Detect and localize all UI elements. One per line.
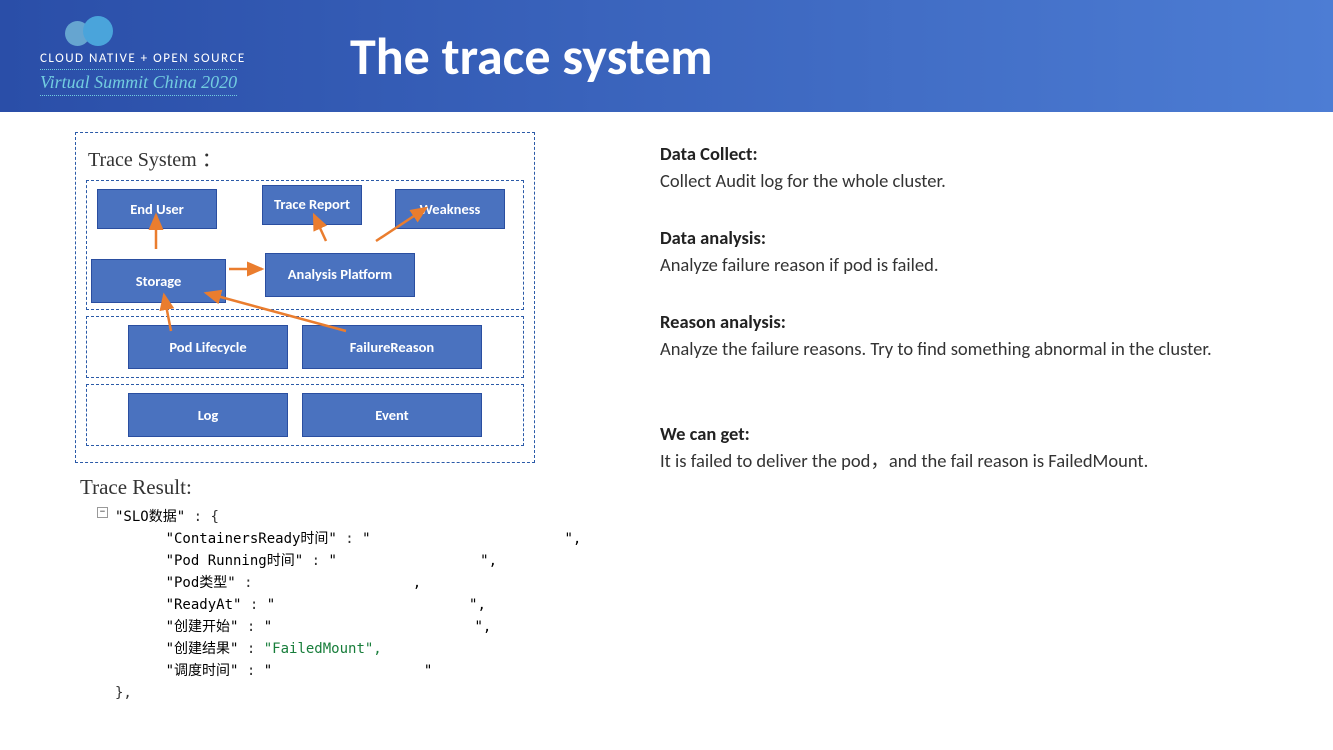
json-root-key: "SLO数据" [115, 509, 185, 525]
diagram-bot-section: Log Event [86, 384, 524, 446]
box-analysis-platform: Analysis Platform [265, 253, 415, 297]
trace-result-json: − "SLO数据" : { "ContainersReady时间" : " ",… [75, 506, 605, 704]
section-title: Reason analysis: [660, 310, 1303, 333]
explanation-section: Data analysis: Analyze failure reason if … [660, 226, 1303, 278]
slide-header: CLOUD NATIVE + OPEN SOURCE Virtual Summi… [0, 0, 1333, 112]
box-event: Event [302, 393, 482, 437]
explanation-section: Data Collect: Collect Audit log for the w… [660, 142, 1303, 194]
json-field: "Pod Running时间" : " ", [115, 550, 605, 572]
json-field: "调度时间" : " " [115, 660, 605, 682]
json-field: "Pod类型" : , [115, 572, 605, 594]
json-collapse-icon[interactable]: − [97, 507, 108, 518]
trace-result-title: Trace Result: [80, 475, 605, 500]
box-log: Log [128, 393, 288, 437]
logo-line1: CLOUD NATIVE + OPEN SOURCE [40, 51, 290, 66]
box-end-user: End User [97, 189, 217, 229]
diagram-mid-section: Pod Lifecycle FailureReason [86, 316, 524, 378]
section-title: We can get: [660, 422, 1303, 445]
section-title: Data Collect: [660, 142, 1303, 165]
section-body: Analyze the failure reasons. Try to find… [660, 337, 1303, 362]
logo-line2: Virtual Summit China 2020 [40, 69, 237, 96]
box-failure-reason: FailureReason [302, 325, 482, 369]
explanation-section: We can get: It is failed to deliver the p… [660, 422, 1303, 474]
trace-system-diagram: Trace System ： End User Trace Report Wea… [75, 132, 535, 463]
diagram-top-section: End User Trace Report Weakness Storage A… [86, 180, 524, 310]
box-weakness: Weakness [395, 189, 505, 229]
json-field: "ReadyAt" : " ", [115, 594, 605, 616]
json-field: "创建开始" : " ", [115, 616, 605, 638]
logo-block: CLOUD NATIVE + OPEN SOURCE Virtual Summi… [40, 16, 290, 96]
json-field: "ContainersReady时间" : " ", [115, 528, 605, 550]
cloud-icon [65, 16, 115, 46]
diagram-title: Trace System ： [86, 139, 524, 180]
explanation-section: Reason analysis: Analyze the failure reas… [660, 310, 1303, 362]
section-body: It is failed to deliver the pod，and the … [660, 449, 1303, 474]
section-title: Data analysis: [660, 226, 1303, 249]
json-close: }, [115, 682, 605, 704]
explanation-column: Data Collect: Collect Audit log for the w… [605, 132, 1303, 704]
slide-title: The trace system [350, 24, 713, 88]
section-body: Collect Audit log for the whole cluster. [660, 169, 1303, 194]
box-storage: Storage [91, 259, 226, 303]
json-field: "创建结果" : "FailedMount", [115, 638, 605, 660]
box-trace-report: Trace Report [262, 185, 362, 225]
section-body: Analyze failure reason if pod is failed. [660, 253, 1303, 278]
box-pod-lifecycle: Pod Lifecycle [128, 325, 288, 369]
